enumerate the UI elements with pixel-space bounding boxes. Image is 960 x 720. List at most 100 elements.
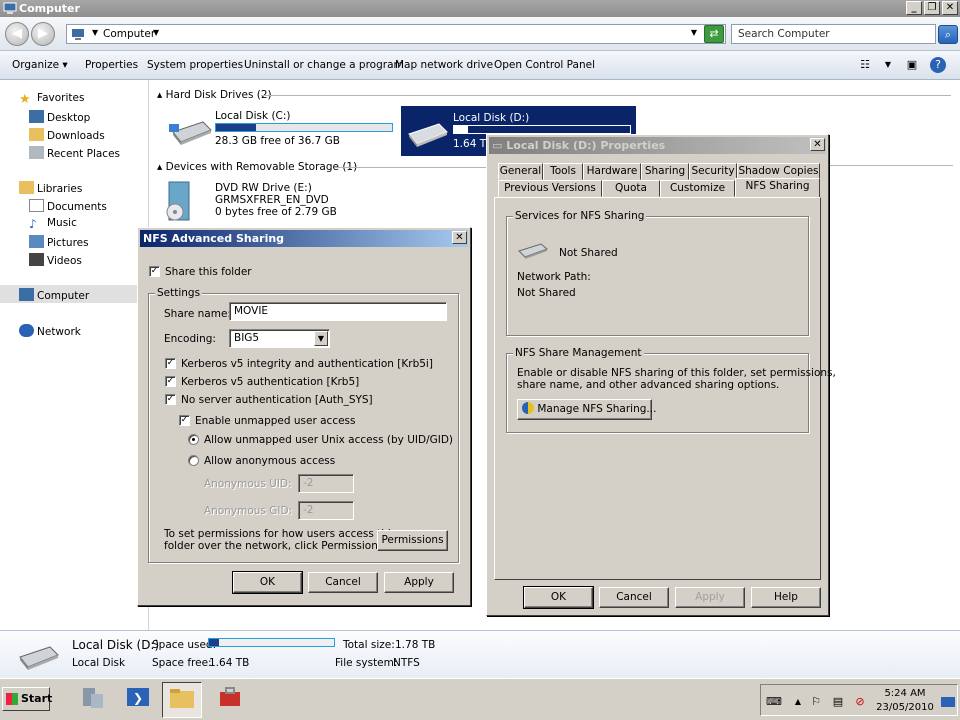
properties-cancel-button[interactable]: Cancel <box>599 587 669 608</box>
properties-ok-button[interactable]: OK <box>523 586 594 609</box>
volume-muted-icon[interactable]: ⊘ <box>853 695 867 709</box>
nav-documents[interactable]: Documents <box>29 199 107 213</box>
nfs-titlebar[interactable]: NFS Advanced Sharing <box>140 230 468 247</box>
properties-apply-button[interactable]: Apply <box>675 587 745 608</box>
drive-c[interactable]: Local Disk (C:) 28.3 GB free of 36.7 GB <box>169 110 409 150</box>
drive-e[interactable]: DVD RW Drive (E:) GRMSXFRER_EN_DVD 0 byt… <box>166 181 409 226</box>
clock-date[interactable]: 23/05/2010 <box>875 702 935 713</box>
drive-c-name: Local Disk (C:) <box>215 110 291 122</box>
navigation-pane: ★ Favorites Desktop Downloads Recent Plac… <box>0 80 149 630</box>
manage-nfs-sharing-button[interactable]: Manage NFS Sharing... <box>517 399 656 420</box>
nav-favorites[interactable]: ★ Favorites <box>19 92 84 107</box>
help-icon[interactable]: ? <box>930 57 946 73</box>
tab-sharing[interactable]: Sharing <box>641 163 689 180</box>
toolbox-icon <box>220 687 240 706</box>
tab-nfs-sharing[interactable]: NFS Sharing <box>735 178 820 197</box>
nav-libraries[interactable]: Libraries <box>19 181 82 195</box>
breadcrumb-arrow-icon[interactable]: ▼ <box>92 28 98 37</box>
organize-menu[interactable]: Organize ▾ <box>12 59 68 71</box>
tab-quota[interactable]: Quota <box>602 180 660 197</box>
tab-tools[interactable]: Tools <box>543 163 583 180</box>
flag-icon[interactable]: ⚐ <box>809 695 823 709</box>
tab-general[interactable]: General <box>498 163 543 180</box>
view-icon[interactable]: ☷ <box>857 57 873 73</box>
permissions-button[interactable]: Permissions <box>377 530 448 551</box>
chevron-down-icon[interactable]: ▼ <box>880 57 896 73</box>
restore-button[interactable]: ❐ <box>924 1 940 15</box>
nav-videos[interactable]: Videos <box>29 253 82 267</box>
krb5i-checkbox[interactable]: ✓ <box>165 358 176 369</box>
nav-computer[interactable]: Computer <box>19 288 89 302</box>
minimize-button[interactable]: _ <box>906 1 922 15</box>
nav-pictures[interactable]: Pictures <box>29 235 89 249</box>
properties-button[interactable]: Properties <box>85 59 138 71</box>
open-control-panel-button[interactable]: Open Control Panel <box>494 59 595 71</box>
refresh-button[interactable]: ⇄ <box>704 25 724 43</box>
tab-previous-versions[interactable]: Previous Versions <box>498 180 602 197</box>
search-icon[interactable]: ⌕ <box>938 25 958 44</box>
space-free-value: 1.64 TB <box>209 657 250 669</box>
preview-pane-icon[interactable]: ▣ <box>904 57 920 73</box>
tab-hardware[interactable]: Hardware <box>583 163 641 180</box>
unmapped-access-checkbox[interactable]: ✓ <box>179 415 190 426</box>
nav-downloads[interactable]: Downloads <box>29 128 105 142</box>
hdd-group-header[interactable]: ▴ Hard Disk Drives (2) <box>157 89 272 101</box>
keyboard-icon[interactable]: ⌨ <box>766 695 782 709</box>
nav-recent-places[interactable]: Recent Places <box>29 146 120 160</box>
window-titlebar[interactable]: Computer _ ❐ ✕ <box>0 0 960 17</box>
network-icon[interactable]: ▤ <box>831 695 845 709</box>
close-icon[interactable]: ✕ <box>452 231 467 244</box>
show-desktop-icon[interactable] <box>941 697 955 707</box>
tab-security[interactable]: Security <box>689 163 737 180</box>
dvd-drive-icon <box>166 181 190 221</box>
search-input[interactable]: Search Computer <box>731 24 936 44</box>
breadcrumb-arrow-icon[interactable]: ▼ <box>153 28 159 37</box>
nfs-apply-button[interactable]: Apply <box>384 572 454 593</box>
anonymous-uid-input[interactable]: -2 <box>298 474 354 493</box>
auth-sys-checkbox[interactable]: ✓ <box>165 394 176 405</box>
management-group-title: NFS Share Management <box>513 347 644 359</box>
total-size-label: Total size: <box>343 639 395 651</box>
nfs-cancel-button[interactable]: Cancel <box>308 572 378 593</box>
taskbar-powershell[interactable]: ❯ <box>118 682 158 718</box>
taskbar-toolbox[interactable] <box>210 682 250 718</box>
address-field[interactable]: ▼ Computer ▼ ▼ <box>66 24 726 44</box>
network-path-value: Not Shared <box>517 287 576 299</box>
map-network-drive-button[interactable]: Map network drive <box>395 59 493 71</box>
properties-help-button[interactable]: Help <box>751 587 821 608</box>
krb5-checkbox[interactable]: ✓ <box>165 376 176 387</box>
encoding-select[interactable]: BIG5 ▼ <box>229 329 330 348</box>
forward-button[interactable]: ▶ <box>31 22 55 46</box>
nav-desktop[interactable]: Desktop <box>29 110 90 124</box>
nav-network[interactable]: Network <box>19 324 81 338</box>
network-path-label: Network Path: <box>517 271 591 283</box>
system-properties-button[interactable]: System properties <box>147 59 243 71</box>
share-folder-checkbox[interactable]: ✓ <box>149 266 160 277</box>
start-button[interactable]: Start <box>2 687 52 711</box>
unmapped-access-label: Enable unmapped user access <box>195 415 356 427</box>
nfs-management-group: NFS Share Management Enable or disable N… <box>506 347 836 433</box>
close-icon[interactable]: ✕ <box>810 138 825 151</box>
breadcrumb-computer[interactable]: Computer <box>103 28 155 40</box>
anonymous-gid-input[interactable]: -2 <box>298 501 354 520</box>
removable-group-header[interactable]: ▴ Devices with Removable Storage (1) <box>157 161 357 173</box>
computer-icon <box>3 2 17 14</box>
chevron-down-icon[interactable]: ▼ <box>314 331 328 346</box>
chevron-down-icon[interactable]: ▼ <box>691 28 697 37</box>
tab-customize[interactable]: Customize <box>660 180 735 197</box>
close-button[interactable]: ✕ <box>942 1 958 15</box>
nav-music[interactable]: ♪ Music <box>29 217 77 231</box>
uninstall-program-button[interactable]: Uninstall or change a program <box>244 59 404 71</box>
share-name-input[interactable]: MOVIE <box>229 302 447 321</box>
details-usage-bar <box>208 638 335 647</box>
clock-time[interactable]: 5:24 AM <box>875 688 935 699</box>
taskbar-explorer[interactable] <box>162 682 202 718</box>
allow-anonymous-radio[interactable] <box>188 455 199 466</box>
chevron-up-icon[interactable]: ▲ <box>791 695 805 709</box>
taskbar-server-manager[interactable] <box>72 682 112 718</box>
star-icon: ★ <box>19 92 31 107</box>
back-button[interactable]: ◀ <box>5 22 29 46</box>
allow-unix-radio[interactable] <box>188 434 199 445</box>
nfs-ok-button[interactable]: OK <box>232 571 303 594</box>
properties-titlebar[interactable]: ▭ Local Disk (D:) Properties <box>489 137 826 154</box>
